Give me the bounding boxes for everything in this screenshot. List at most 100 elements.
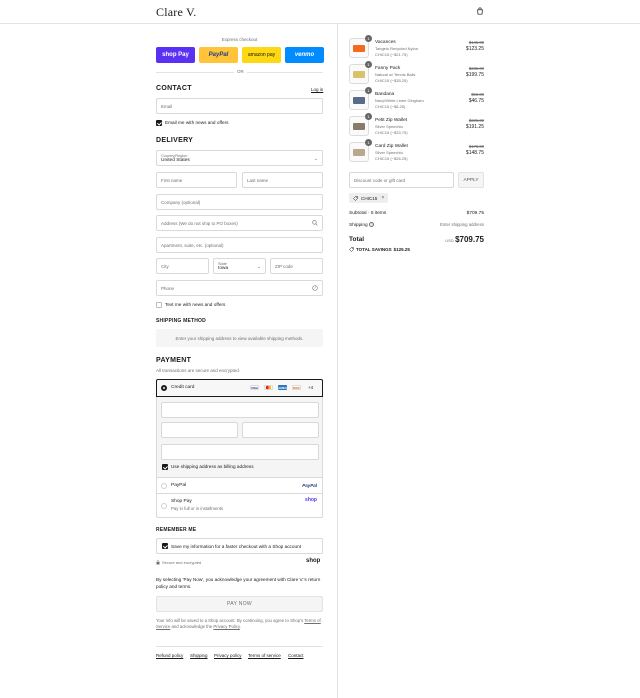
save-info-label: Save my information for a faster checkou…	[171, 544, 302, 549]
phone-placeholder: Phone	[161, 285, 175, 291]
terms-of-service-footer-link[interactable]: Terms of service	[248, 653, 281, 658]
shipping-label-text: Shipping	[349, 222, 368, 228]
lock-icon	[156, 560, 160, 565]
total-savings-value: $125.25	[393, 247, 410, 252]
chevron-down-icon: ⌄	[313, 156, 318, 162]
help-icon[interactable]: ?	[312, 285, 318, 291]
remember-me-heading: REMEMBER ME	[156, 527, 197, 533]
site-header: Clare V.	[0, 0, 640, 24]
payment-subtitle: All transactions are secure and encrypte…	[156, 368, 241, 373]
card-cvv-field[interactable]	[242, 422, 319, 438]
subtotal-value: $709.75	[466, 211, 484, 216]
address-field[interactable]: Address (We do not ship to PO boxes)	[156, 215, 323, 231]
phone-field[interactable]: Phone ?	[156, 280, 323, 296]
company-field[interactable]: Company (optional)	[156, 194, 323, 210]
city-field[interactable]: City	[156, 258, 209, 274]
text-news-checkbox[interactable]	[156, 302, 162, 308]
card-number-field[interactable]	[161, 402, 319, 418]
discounted-price: $191.25	[465, 124, 484, 130]
apartment-field[interactable]: Apartment, suite, etc. (optional)	[156, 237, 323, 253]
first-name-placeholder: First name	[161, 177, 183, 183]
product-discount: CHIC15 (−$33.75)	[375, 130, 408, 135]
tag-icon	[349, 247, 354, 252]
currency-label: USD	[445, 238, 454, 243]
shop-logo: shop	[306, 558, 321, 564]
save-info-box[interactable]: Save my information for a faster checkou…	[156, 538, 323, 554]
product-variant: Tangelo Recycled Nylon	[375, 46, 418, 51]
shop-note-text-2: and acknowledge the	[171, 624, 213, 629]
discount-field[interactable]: Discount code or gift card	[349, 172, 454, 188]
card-expiry-field[interactable]	[161, 422, 238, 438]
or-divider-label: OR	[234, 69, 247, 74]
total-value-row: USD $709.75	[404, 235, 484, 244]
product-name: Bandana	[375, 92, 395, 97]
tag-icon	[353, 195, 358, 201]
original-price: $235.00	[468, 66, 484, 71]
chevron-down-icon: ⌄	[256, 264, 261, 270]
brand-logo[interactable]: Clare V.	[156, 5, 197, 20]
zip-placeholder: ZIP code	[275, 263, 293, 269]
email-field[interactable]: Email	[156, 98, 323, 114]
state-select[interactable]: State Iowa ⌄	[213, 258, 266, 274]
shop-pay-label: Shop Pay	[171, 499, 192, 504]
last-name-field[interactable]: Last name	[242, 172, 323, 188]
discounted-price: $123.25	[465, 46, 484, 52]
email-news-checkbox[interactable]	[156, 120, 162, 126]
product-discount: CHIC15 (−$35.25)	[375, 78, 408, 83]
subtotal-label: Subtotal · 5 items	[349, 211, 387, 216]
zip-field[interactable]: ZIP code	[270, 258, 323, 274]
shop-pay-radio[interactable]	[161, 503, 167, 509]
contact-heading: CONTACT	[156, 85, 192, 92]
paypal-button[interactable]: PayPal	[199, 47, 238, 63]
product-discount: CHIC15 (−$26.25)	[375, 156, 408, 161]
paypal-option[interactable]: PayPal PayPal	[156, 478, 323, 494]
search-icon	[312, 220, 318, 226]
shop-pay-sublabel: Pay in full or in installments	[171, 506, 224, 511]
credit-card-option[interactable]: Credit card VISA AMEX DISC +4	[156, 379, 323, 397]
more-cards-label: +4	[308, 385, 314, 390]
paypal-label: PayPal	[171, 483, 187, 488]
pay-now-button[interactable]: PAY NOW	[156, 596, 323, 612]
shop-logo: shop	[305, 497, 317, 503]
product-variant: Silver Speechio	[375, 124, 403, 129]
product-name: Petit Zip Wallet	[375, 118, 408, 123]
billing-same-checkbox[interactable]	[162, 464, 168, 470]
country-select[interactable]: Country/Region United States ⌄	[156, 150, 323, 166]
credit-card-radio[interactable]	[161, 385, 167, 391]
product-variant: Silver Speechio	[375, 150, 403, 155]
remove-code-icon[interactable]: ×	[381, 195, 384, 201]
shopping-bag-icon[interactable]	[476, 7, 484, 15]
save-info-checkbox[interactable]	[162, 543, 168, 549]
product-name: Card Zip Wallet	[375, 144, 408, 149]
product-image	[353, 149, 365, 156]
total-value: $709.75	[455, 235, 484, 244]
help-icon[interactable]: ?	[369, 222, 375, 227]
card-name-field[interactable]	[161, 444, 319, 460]
first-name-field[interactable]: First name	[156, 172, 237, 188]
venmo-button[interactable]: venmo	[285, 47, 324, 63]
product-image	[353, 45, 365, 52]
paypal-radio[interactable]	[161, 483, 167, 489]
amazon-pay-button[interactable]: amazon pay	[242, 47, 281, 63]
quantity-badge: 1	[365, 87, 372, 94]
express-checkout-label: Express checkout	[221, 37, 258, 42]
apply-button[interactable]: APPLY	[458, 172, 484, 188]
secure-label: Secure and encrypted	[162, 560, 202, 565]
shop-pay-option[interactable]: Shop Pay Pay in full or in installments …	[156, 494, 323, 518]
address-placeholder: Address (We do not ship to PO boxes)	[161, 220, 238, 226]
footer-divider	[156, 646, 323, 647]
shipping-method-notice: Enter your shipping address to view avai…	[156, 329, 323, 347]
login-link[interactable]: Log in	[311, 87, 323, 92]
product-name: Vacances	[375, 40, 396, 45]
contact-link[interactable]: Contact	[288, 653, 304, 658]
last-name-placeholder: Last name	[247, 177, 269, 183]
privacy-policy-footer-link[interactable]: Privacy policy	[214, 653, 242, 658]
shipping-link[interactable]: Shipping	[190, 653, 208, 658]
paypal-logo: PayPal	[302, 483, 317, 488]
refund-policy-link[interactable]: Refund policy	[156, 653, 183, 658]
shop-pay-button[interactable]: shop Pay	[156, 47, 195, 63]
original-price: $55.00	[471, 92, 484, 97]
shop-note-text: Your info will be saved to a Shop accoun…	[156, 618, 304, 623]
quantity-badge: 1	[365, 139, 372, 146]
privacy-policy-link[interactable]: Privacy Policy	[213, 624, 239, 629]
